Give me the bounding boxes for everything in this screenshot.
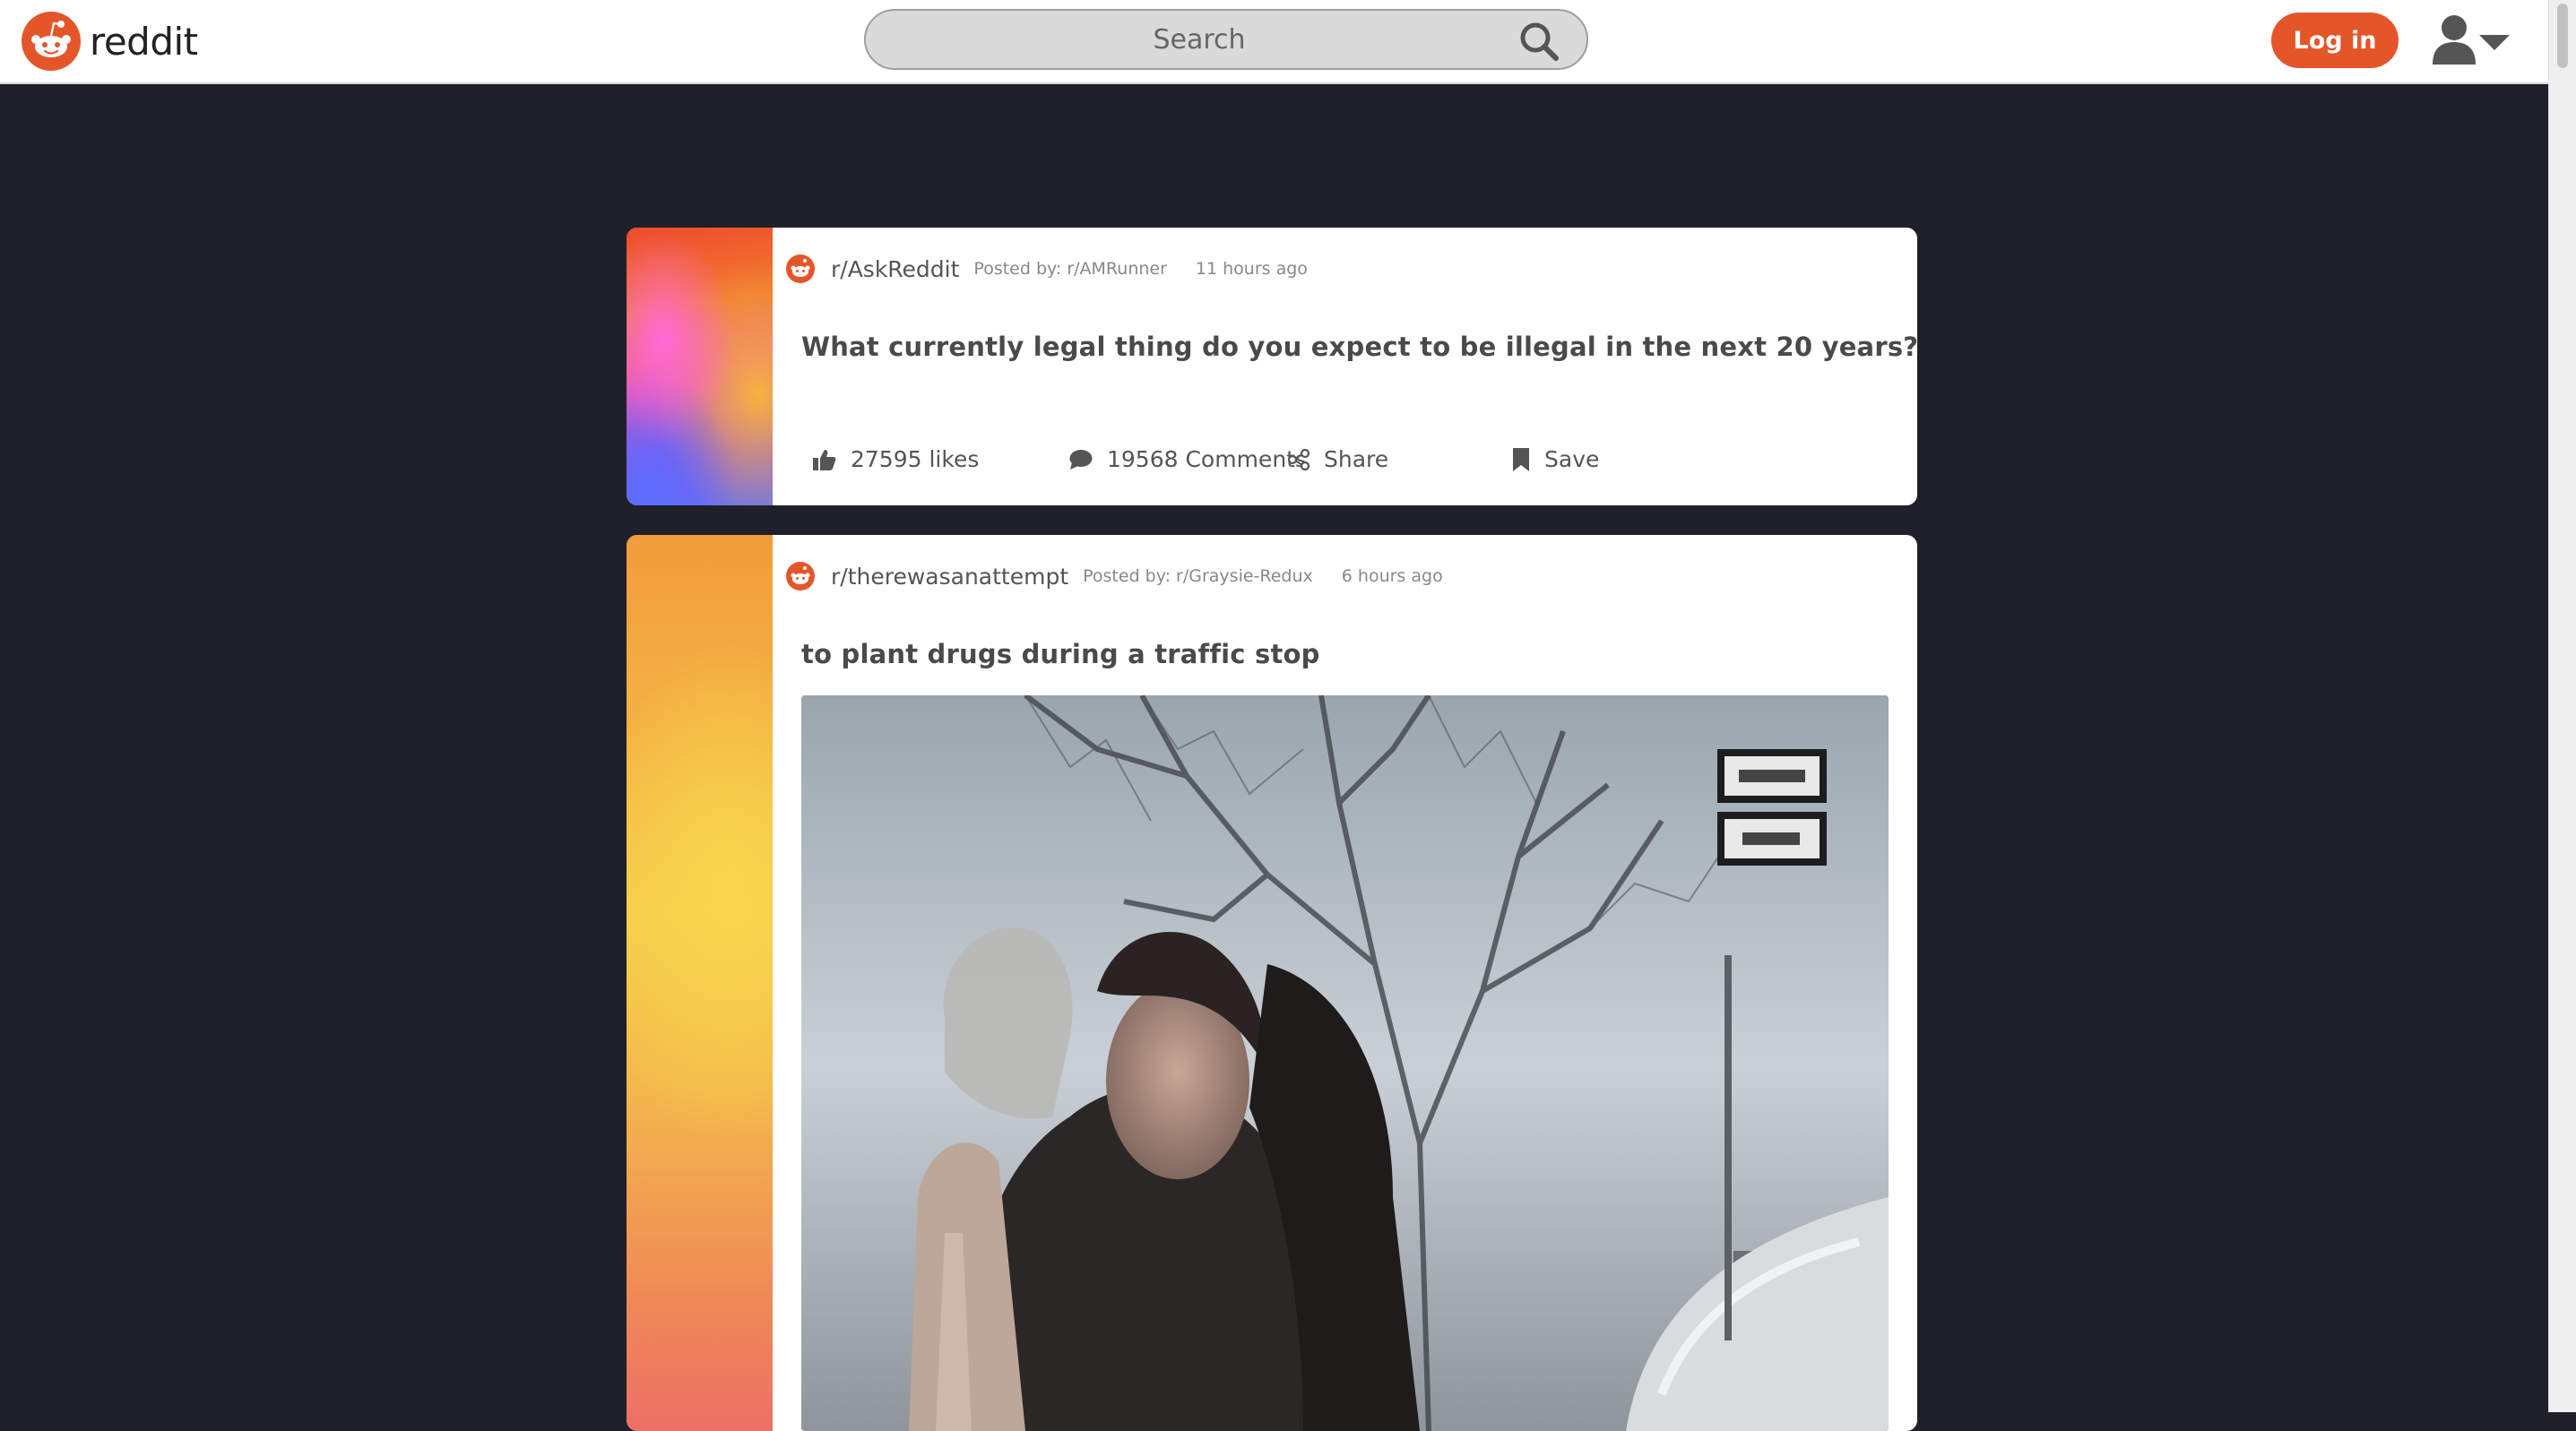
save-button[interactable]: Save bbox=[1512, 446, 1599, 472]
like-button[interactable]: 27595 likes bbox=[813, 446, 979, 472]
share-icon bbox=[1288, 448, 1310, 470]
likes-count: 27595 likes bbox=[851, 446, 980, 472]
user-menu[interactable] bbox=[2431, 13, 2513, 68]
log-in-button[interactable]: Log in bbox=[2271, 13, 2399, 68]
search-icon[interactable] bbox=[1518, 21, 1560, 62]
subreddit-link[interactable]: r/therewasanattempt bbox=[831, 564, 1068, 590]
post-card[interactable]: r/therewasanattempt Posted by: r/Graysie… bbox=[627, 535, 1917, 1431]
post-header: r/AskReddit Posted by: r/AMRunner 11 hou… bbox=[786, 254, 1308, 283]
reddit-logo-icon bbox=[22, 12, 81, 71]
subreddit-link[interactable]: r/AskReddit bbox=[831, 256, 959, 282]
post-accent-stripe bbox=[627, 228, 773, 505]
bookmark-icon bbox=[1513, 447, 1529, 471]
post-timestamp: 6 hours ago bbox=[1341, 566, 1443, 586]
post-card[interactable]: r/AskReddit Posted by: r/AMRunner 11 hou… bbox=[627, 228, 1917, 505]
post-timestamp: 11 hours ago bbox=[1195, 259, 1308, 279]
post-title[interactable]: to plant drugs during a traffic stop bbox=[801, 639, 1320, 669]
top-navigation-bar: reddit Log in bbox=[0, 0, 2548, 84]
share-label: Share bbox=[1324, 446, 1389, 472]
posted-by-label[interactable]: Posted by: r/AMRunner bbox=[973, 259, 1167, 279]
post-video-thumbnail[interactable] bbox=[801, 695, 1889, 1431]
video-still-image bbox=[801, 695, 1889, 1431]
thumbs-up-icon bbox=[813, 449, 836, 470]
post-actions: 27595 likes 19568 Comments Share Save bbox=[813, 446, 1889, 482]
post-title[interactable]: What currently legal thing do you expect… bbox=[801, 332, 1917, 362]
scrollbar-thumb[interactable] bbox=[2557, 4, 2568, 68]
post-header: r/therewasanattempt Posted by: r/Graysie… bbox=[786, 562, 1443, 591]
logo-text: reddit bbox=[90, 19, 198, 64]
search-bar[interactable] bbox=[864, 9, 1588, 70]
share-button[interactable]: Share bbox=[1288, 446, 1388, 472]
comments-count: 19568 Comments bbox=[1107, 446, 1307, 472]
post-accent-stripe bbox=[627, 535, 773, 1431]
page-scrollbar[interactable] bbox=[2548, 0, 2576, 1412]
posted-by-label[interactable]: Posted by: r/Graysie-Redux bbox=[1083, 566, 1313, 586]
subreddit-icon bbox=[786, 254, 815, 283]
subreddit-icon bbox=[786, 562, 815, 591]
user-dropdown-icon bbox=[2433, 15, 2510, 65]
search-input[interactable] bbox=[893, 18, 1506, 61]
comments-button[interactable]: 19568 Comments bbox=[1069, 446, 1307, 472]
reddit-logo[interactable]: reddit bbox=[22, 12, 198, 71]
comment-icon bbox=[1069, 449, 1093, 470]
save-label: Save bbox=[1544, 446, 1600, 472]
